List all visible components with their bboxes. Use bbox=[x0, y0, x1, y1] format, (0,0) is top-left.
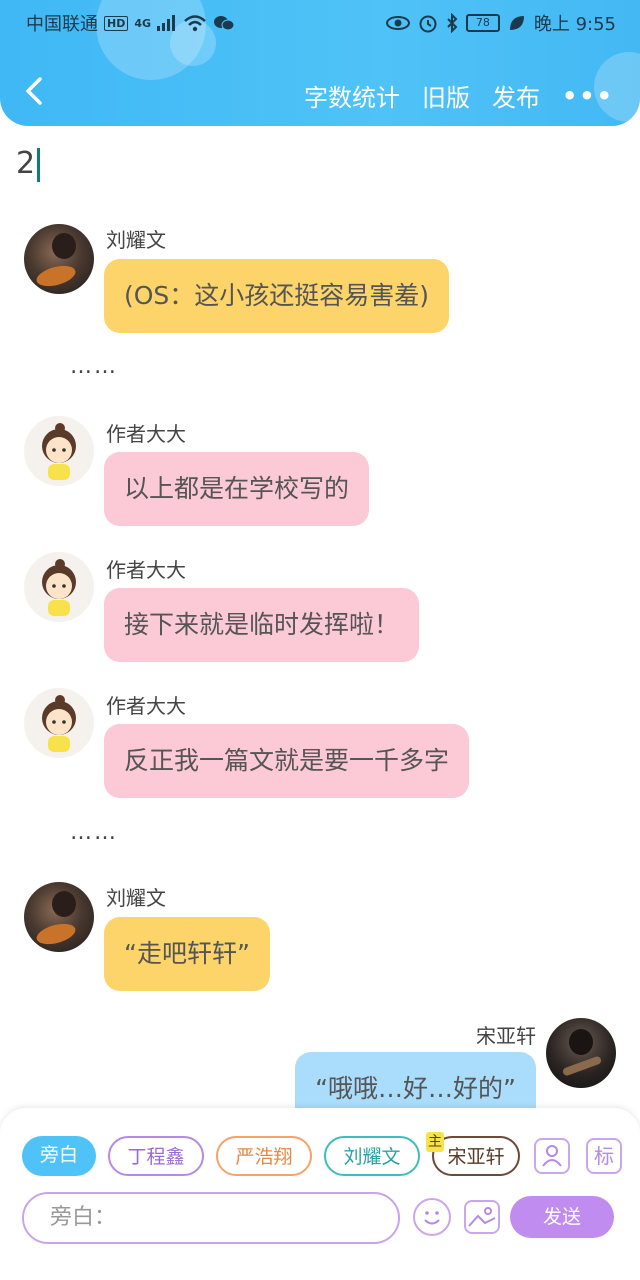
person-icon bbox=[542, 1145, 562, 1167]
avatar-author[interactable] bbox=[24, 416, 94, 486]
carrier-name: 中国联通 bbox=[26, 14, 98, 35]
signal-icon bbox=[157, 15, 176, 31]
cartoon-girl-icon bbox=[42, 559, 76, 616]
avatar-liu-yaowen[interactable] bbox=[24, 882, 94, 952]
message-bubble[interactable]: 反正我一篇文就是要一千多字 bbox=[104, 724, 470, 798]
guitar-photo-icon bbox=[562, 1029, 602, 1076]
sender-name: 作者大大 bbox=[106, 558, 186, 582]
text-caret bbox=[37, 147, 41, 182]
more-options-button[interactable]: ••• bbox=[562, 82, 614, 110]
picture-icon bbox=[468, 1207, 496, 1227]
sender-name: 刘耀文 bbox=[106, 886, 166, 910]
sender-name: 作者大大 bbox=[106, 422, 186, 446]
role-chip-liu-yaowen[interactable]: 刘耀文 bbox=[324, 1136, 420, 1176]
publish-button[interactable]: 发布 bbox=[492, 78, 540, 113]
avatar-song-yaxuan[interactable] bbox=[546, 1018, 616, 1088]
message-bubble[interactable]: 以上都是在学校写的 bbox=[104, 452, 370, 526]
role-chip-label: 宋亚轩 bbox=[447, 1146, 505, 1168]
smile-face-icon bbox=[424, 1211, 440, 1225]
role-chip-song-yaxuan[interactable]: 主 宋亚轩 bbox=[426, 1132, 520, 1176]
ellipsis-text: …… bbox=[70, 820, 118, 845]
role-chip-ding-chengxin[interactable]: 丁程鑫 bbox=[108, 1136, 204, 1176]
editor-text-line[interactable]: 2 bbox=[16, 146, 41, 182]
network-type: 4G bbox=[134, 16, 152, 30]
bluetooth-icon bbox=[447, 13, 458, 33]
sender-name: 刘耀文 bbox=[106, 228, 166, 252]
avatar-author[interactable] bbox=[24, 688, 94, 758]
image-picker-icon[interactable] bbox=[464, 1200, 500, 1234]
message-bubble[interactable]: (OS：这小孩还挺容易害羞) bbox=[104, 259, 450, 333]
nav-bar: 字数统计 旧版 发布 ••• bbox=[0, 66, 640, 122]
status-bar: 中国联通 HD 4G 78 晚上 9:55 bbox=[0, 8, 640, 38]
sender-name: 作者大大 bbox=[106, 694, 186, 718]
compose-panel: 旁白 丁程鑫 严浩翔 刘耀文 主 宋亚轩 标 旁白： 发送 bbox=[0, 1108, 640, 1280]
battery-indicator: 78 bbox=[465, 14, 500, 32]
hd-badge: HD bbox=[104, 15, 129, 31]
cartoon-girl-icon bbox=[42, 423, 76, 480]
guitar-photo-icon bbox=[36, 891, 76, 945]
word-count-button[interactable]: 字数统计 bbox=[304, 78, 400, 113]
cartoon-girl-icon bbox=[42, 695, 76, 752]
emoji-icon[interactable] bbox=[413, 1198, 451, 1236]
user-card-icon[interactable] bbox=[534, 1138, 570, 1174]
role-chip-narrator[interactable]: 旁白 bbox=[22, 1136, 96, 1176]
sender-name: 宋亚轩 bbox=[476, 1024, 536, 1048]
editor-text: 2 bbox=[16, 146, 36, 181]
avatar-liu-yaowen[interactable] bbox=[24, 224, 94, 294]
clock-time: 晚上 9:55 bbox=[533, 14, 616, 35]
eye-icon bbox=[385, 16, 410, 30]
avatar-author[interactable] bbox=[24, 552, 94, 622]
message-bubble[interactable]: 接下来就是临时发挥啦！ bbox=[104, 588, 420, 662]
wifi-icon bbox=[184, 15, 206, 32]
alarm-icon bbox=[419, 15, 437, 33]
old-version-button[interactable]: 旧版 bbox=[422, 78, 470, 113]
role-chip-yan-haoxiang[interactable]: 严浩翔 bbox=[216, 1136, 312, 1176]
main-role-badge: 主 bbox=[426, 1132, 444, 1152]
narration-input[interactable]: 旁白： bbox=[22, 1192, 400, 1244]
guitar-photo-icon bbox=[36, 233, 76, 287]
send-button[interactable]: 发送 bbox=[510, 1196, 614, 1238]
ellipsis-text: …… bbox=[70, 354, 118, 379]
leaf-icon bbox=[509, 16, 524, 30]
back-arrow-icon[interactable] bbox=[20, 76, 50, 106]
top-header: 中国联通 HD 4G 78 晚上 9:55 字数统计 旧版 发布 ••• bbox=[0, 0, 640, 126]
message-bubble[interactable]: “走吧轩轩” bbox=[104, 917, 270, 991]
tag-label-icon[interactable]: 标 bbox=[586, 1138, 622, 1174]
wechat-icon bbox=[214, 16, 235, 31]
